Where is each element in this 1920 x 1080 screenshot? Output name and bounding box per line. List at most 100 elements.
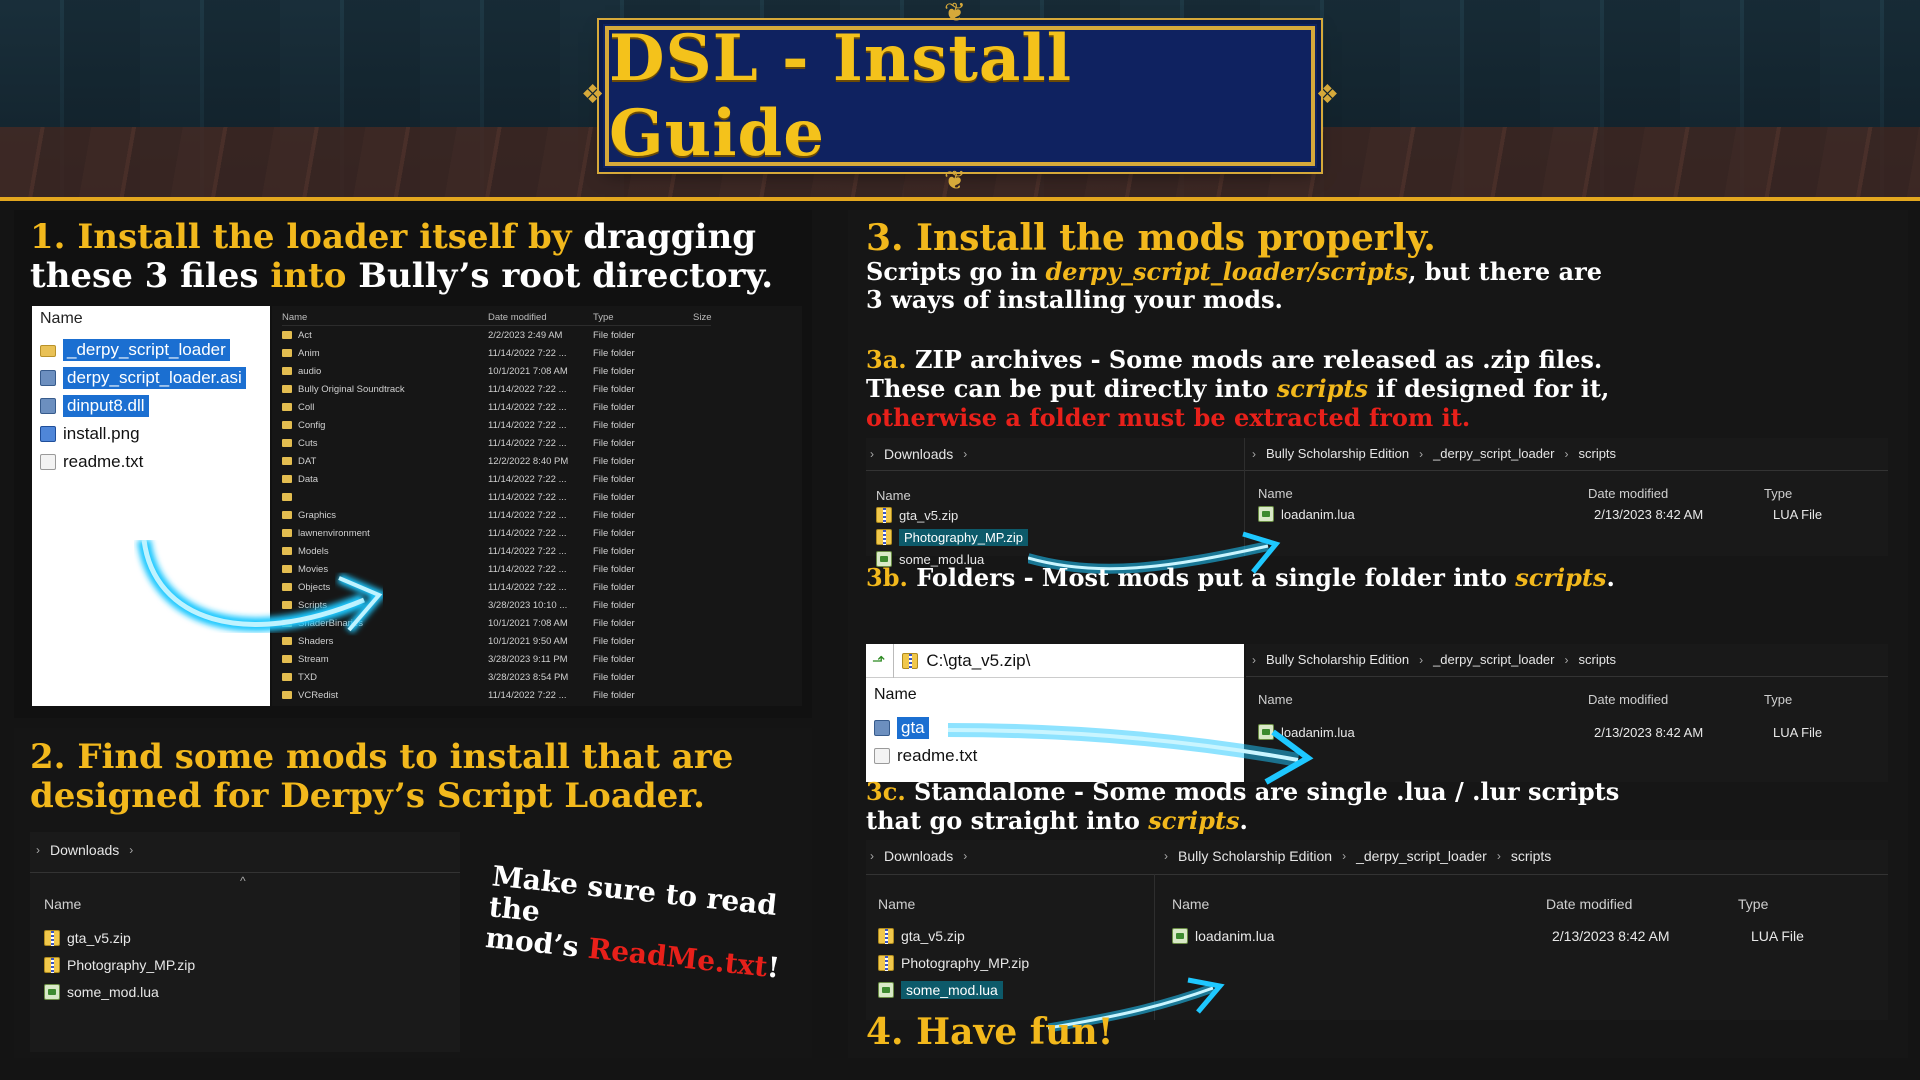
chevron-right-icon: › — [1252, 652, 1256, 667]
column-header-type[interactable]: Type — [1738, 896, 1768, 912]
list-item[interactable]: readme.txt — [874, 742, 977, 770]
column-header-date[interactable]: Date modified — [1546, 896, 1632, 912]
step3b-scripts: scripts — [1515, 563, 1607, 592]
date-cell: 10/1/2021 9:50 AM — [488, 635, 568, 647]
breadcrumb-bully[interactable]: Bully Scholarship Edition — [1178, 848, 1332, 864]
breadcrumb-scripts[interactable]: scripts — [1578, 446, 1616, 461]
column-header-name[interactable]: Name — [878, 896, 915, 912]
bully-root-explorer: Name Date modified Type Size Act 2/2/2023… — [272, 306, 802, 706]
file-name: _derpy_script_loader — [63, 339, 230, 361]
chevron-right-icon: › — [36, 843, 40, 857]
step3-subheading: Scripts go in derpy_script_loader/script… — [866, 258, 1602, 313]
breadcrumb-bully[interactable]: Bully Scholarship Edition — [1266, 652, 1409, 667]
step2-heading-line2: designed for Derpy’s Script Loader. — [30, 776, 705, 817]
table-row[interactable]: Scripts 3/28/2023 10:10 ... File folder — [282, 596, 711, 614]
breadcrumb-downloads[interactable]: Downloads — [50, 842, 119, 858]
table-row[interactable]: Data 11/14/2022 7:22 ... File folder — [282, 470, 711, 488]
table-row[interactable]: Movies 11/14/2022 7:22 ... File folder — [282, 560, 711, 578]
folder-name-cell: Shaders — [282, 636, 488, 647]
table-row[interactable]: loadanim.lua 2/13/2023 8:42 AM LUA File — [1258, 724, 1878, 740]
breadcrumb-loader[interactable]: _derpy_script_loader — [1433, 652, 1554, 667]
table-row[interactable]: Act 2/2/2023 2:49 AM File folder — [282, 326, 711, 344]
chevron-right-icon: › — [963, 849, 968, 863]
table-row[interactable]: DAT 12/2/2022 8:40 PM File folder — [282, 452, 711, 470]
list-item[interactable]: gta_v5.zip — [878, 922, 1029, 949]
step3b-line1-b: . — [1606, 563, 1615, 592]
type-cell: File folder — [593, 455, 635, 467]
table-row[interactable]: Anim 11/14/2022 7:22 ... File folder — [282, 344, 711, 362]
folder-icon — [282, 475, 292, 483]
table-row[interactable]: lawnenvironment 11/14/2022 7:22 ... File f… — [282, 524, 711, 542]
table-row[interactable]: 11/14/2022 7:22 ... File folder — [282, 488, 711, 506]
file-row-install-png[interactable]: install.png — [40, 420, 246, 448]
table-row[interactable]: Bully Original Soundtrack 11/14/2022 7:22… — [282, 380, 711, 398]
list-item-selected[interactable]: Photography_MP.zip — [876, 526, 1029, 548]
column-header-name[interactable]: Name — [1258, 692, 1293, 707]
column-header-name[interactable]: Name — [876, 488, 911, 503]
scripts-path: derpy_script_loader/scripts — [1045, 257, 1409, 286]
column-header-name[interactable]: Name — [1258, 486, 1293, 501]
list-item-selected[interactable]: gta — [874, 714, 977, 742]
address-bar[interactable]: ⬏ C:\gta_v5.zip\ — [866, 643, 1244, 678]
column-header-name[interactable]: Name — [44, 896, 81, 912]
table-row[interactable]: Objects 11/14/2022 7:22 ... File folder — [282, 578, 711, 596]
address-text[interactable]: C:\gta_v5.zip\ — [926, 651, 1030, 671]
column-header-name[interactable]: Name — [874, 686, 917, 704]
type-cell: File folder — [593, 347, 635, 359]
folder-icon — [282, 439, 292, 447]
zip-contents-list: gta readme.txt — [874, 714, 977, 770]
date-cell: 3/28/2023 9:11 PM — [488, 653, 568, 665]
table-row[interactable]: Cuts 11/14/2022 7:22 ... File folder — [282, 434, 711, 452]
folder-icon — [282, 583, 292, 591]
table-row[interactable]: loadanim.lua 2/13/2023 8:42 AM LUA File — [1172, 928, 1872, 944]
up-folder-icon[interactable]: ⬏ — [872, 651, 885, 671]
table-row[interactable]: audio 10/1/2021 7:08 AM File folder — [282, 362, 711, 380]
table-row[interactable]: TXD 3/28/2023 8:54 PM File folder — [282, 668, 711, 686]
date-cell: 11/14/2022 7:22 ... — [488, 545, 567, 557]
file-row-derpy-script-loader-asi[interactable]: derpy_script_loader.asi — [40, 364, 246, 392]
file-row-readme-txt[interactable]: readme.txt — [40, 448, 246, 476]
folder-icon — [282, 403, 292, 411]
column-header-type[interactable]: Type — [1764, 486, 1792, 501]
folder-name: Cuts — [298, 437, 318, 449]
file-row-dinput8-dll[interactable]: dinput8.dll — [40, 392, 246, 420]
column-header-date[interactable]: Date modified — [1588, 486, 1668, 501]
column-header-type[interactable]: Type — [1764, 692, 1792, 707]
breadcrumb-loader[interactable]: _derpy_script_loader — [1356, 848, 1487, 864]
column-header-date[interactable]: Date modified — [1588, 692, 1668, 707]
table-row[interactable]: Models 11/14/2022 7:22 ... File folder — [282, 542, 711, 560]
step3b-text: 3b. Folders - Most mods put a single fol… — [866, 564, 1615, 592]
folder-name: Bully Original Soundtrack — [298, 383, 405, 395]
list-item[interactable]: gta_v5.zip — [876, 504, 1028, 526]
column-header-size[interactable]: Size — [693, 312, 711, 323]
breadcrumb-downloads[interactable]: Downloads — [884, 848, 953, 864]
column-header-type[interactable]: Type — [593, 312, 693, 323]
date-cell: 12/2/2022 8:40 PM — [488, 455, 569, 467]
breadcrumb-scripts[interactable]: scripts — [1511, 848, 1551, 864]
breadcrumb-scripts[interactable]: scripts — [1578, 652, 1616, 667]
column-header-name[interactable]: Name — [1172, 896, 1209, 912]
table-row[interactable]: Graphics 11/14/2022 7:22 ... File folder — [282, 506, 711, 524]
table-row[interactable]: ShaderBinaries 10/1/2021 7:08 AM File fold… — [282, 614, 711, 632]
list-item[interactable]: Photography_MP.zip — [878, 949, 1029, 976]
table-row[interactable]: Stream 3/28/2023 9:11 PM File folder — [282, 650, 711, 668]
column-header-name[interactable]: Name — [282, 312, 488, 323]
table-row[interactable]: Config 11/14/2022 7:22 ... File folder — [282, 416, 711, 434]
folder-name-cell: Models — [282, 546, 488, 557]
table-row[interactable]: Coll 11/14/2022 7:22 ... File folder — [282, 398, 711, 416]
list-item[interactable]: some_mod.lua — [44, 978, 195, 1005]
table-row[interactable]: loadanim.lua 2/13/2023 8:42 AM LUA File — [1258, 506, 1878, 522]
breadcrumb-bully[interactable]: Bully Scholarship Edition — [1266, 446, 1409, 461]
breadcrumb-loader[interactable]: _derpy_script_loader — [1433, 446, 1554, 461]
file-name: loadanim.lua — [1195, 928, 1275, 944]
list-item-selected[interactable]: some_mod.lua — [878, 976, 1029, 1003]
list-item[interactable]: gta_v5.zip — [44, 924, 195, 951]
table-row[interactable]: Shaders 10/1/2021 9:50 AM File folder — [282, 632, 711, 650]
table-row[interactable]: VCRedist 11/14/2022 7:22 ... File folder — [282, 686, 711, 704]
file-type: LUA File — [1751, 928, 1804, 944]
list-item[interactable]: Photography_MP.zip — [44, 951, 195, 978]
file-row-derpy-script-loader[interactable]: _derpy_script_loader — [40, 336, 246, 364]
column-header-date[interactable]: Date modified — [488, 312, 593, 323]
type-cell: File folder — [593, 653, 635, 665]
breadcrumb-downloads[interactable]: Downloads — [884, 446, 953, 462]
